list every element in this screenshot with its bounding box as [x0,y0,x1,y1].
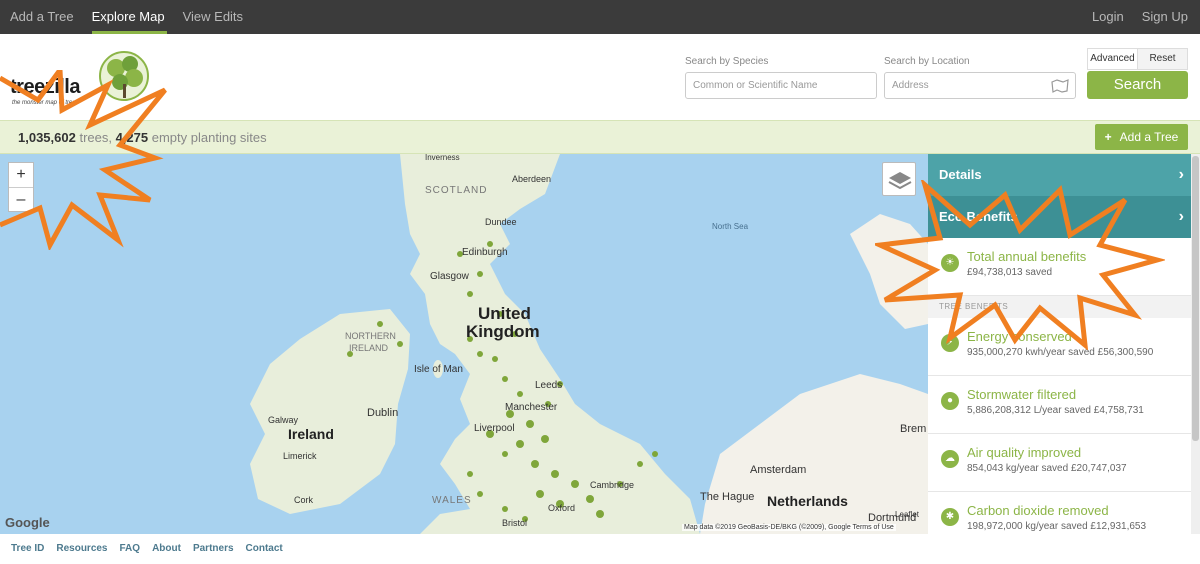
label-edinburgh: Edinburgh [462,247,508,258]
top-navbar: Add a Tree Explore Map View Edits Login … [0,0,1200,34]
nav-login[interactable]: Login [1082,0,1132,34]
label-dublin: Dublin [367,407,399,419]
benefit-value: 198,972,000 kg/year saved £12,931,653 [967,521,1147,532]
cloud-icon: ☁ [941,450,959,468]
plus-icon: + [1104,130,1112,144]
label-cork: Cork [294,495,314,505]
location-search-input[interactable]: Address [884,72,1076,99]
footer-about[interactable]: About [146,534,187,562]
benefit-title: Carbon dioxide removed [967,503,1109,518]
map-attribution-text: Map data ©2019 GeoBasis-DE/BKG (©2009), … [684,524,894,531]
label-ireland: Ireland [288,426,334,442]
benefit-title: Stormwater filtered [967,387,1077,402]
label-galway: Galway [268,415,299,425]
footer-tree-id[interactable]: Tree ID [5,534,50,562]
google-logo: Google [5,515,50,530]
label-northern: NORTHERN [345,331,396,341]
benefit-value: 854,043 kg/year saved £20,747,037 [967,463,1127,474]
add-tree-button[interactable]: + Add a Tree [1095,124,1188,150]
label-scotland: SCOTLAND [425,185,488,196]
label-north-sea: North Sea [712,222,749,231]
tree-count-bar: 1,035,602 trees, 4,275 empty planting si… [0,120,1200,154]
label-liverpool: Liverpool [474,423,515,434]
advanced-button[interactable]: Advanced [1088,49,1137,69]
advanced-reset-group: Advanced Reset [1087,48,1188,70]
footer-resources[interactable]: Resources [50,534,113,562]
great-britain-land [400,154,700,534]
label-bristol: Bristol [502,518,528,528]
leaflet-link[interactable]: Leaflet [895,510,919,519]
footer-partners[interactable]: Partners [187,534,240,562]
highlight-burst-right [875,180,1165,350]
reset-button[interactable]: Reset [1137,49,1187,69]
label-northern-ireland: IRELAND [349,343,389,353]
label-aberdeen: Aberdeen [512,174,552,184]
footer: Tree ID Resources FAQ About Partners Con… [0,534,1200,562]
nav-add-tree[interactable]: Add a Tree [0,0,82,34]
footer-contact[interactable]: Contact [240,534,289,562]
label-oxford: Oxford [548,503,576,513]
highlight-burst-left [0,70,167,250]
chevron-right-icon: › [1178,208,1184,225]
label-brem: Brem [900,423,927,435]
species-search: Search by Species Common or Scientific N… [685,56,877,99]
benefit-row: ● Stormwater filtered 5,886,208,312 L/ye… [928,376,1200,434]
label-the-hague: The Hague [700,491,755,503]
label-cambridge: Cambridge [590,480,635,490]
label-limerick: Limerick [283,451,317,461]
nav-explore-map[interactable]: Explore Map [82,0,173,34]
location-placeholder: Address [892,80,929,91]
label-isle-of-man: Isle of Man [414,364,463,375]
species-search-label: Search by Species [685,56,769,67]
chevron-right-icon: › [1178,166,1184,183]
search-button[interactable]: Search [1087,71,1188,99]
scrollbar-thumb[interactable] [1192,156,1199,441]
label-netherlands: Netherlands [767,493,848,509]
benefit-title: Air quality improved [967,445,1082,460]
location-search: Search by Location Address [884,56,1076,99]
nav-view-edits[interactable]: View Edits [173,0,251,34]
footer-faq[interactable]: FAQ [114,534,147,562]
label-united: United [478,304,531,323]
add-tree-label: Add a Tree [1119,130,1179,144]
nav-sign-up[interactable]: Sign Up [1132,0,1200,34]
label-dundee: Dundee [485,217,517,227]
benefit-value: 5,886,208,312 L/year saved £4,758,731 [967,405,1144,416]
label-glasgow: Glasgow [430,271,469,282]
panel-scrollbar[interactable] [1191,154,1200,534]
map-attribution[interactable]: Map data ©2019 GeoBasis-DE/BKG (©2009), … [682,524,896,531]
label-leeds: Leeds [535,380,563,391]
label-kingdom: Kingdom [466,322,540,341]
benefit-row: ☁ Air quality improved 854,043 kg/year s… [928,434,1200,492]
location-search-label: Search by Location [884,56,970,67]
label-wales: WALES [432,495,472,506]
drop-icon: ● [941,392,959,410]
label-amsterdam: Amsterdam [750,464,807,476]
label-inverness: Inverness [425,154,460,162]
species-search-input[interactable]: Common or Scientific Name [685,72,877,99]
continent-land [700,374,928,534]
label-manchester: Manchester [505,402,558,413]
benefit-row: ✱ Carbon dioxide removed 198,972,000 kg/… [928,492,1200,534]
header: treezilla the monster map of trees Searc… [0,34,1200,120]
co2-icon: ✱ [941,508,959,526]
map-location-icon[interactable] [1051,79,1069,93]
